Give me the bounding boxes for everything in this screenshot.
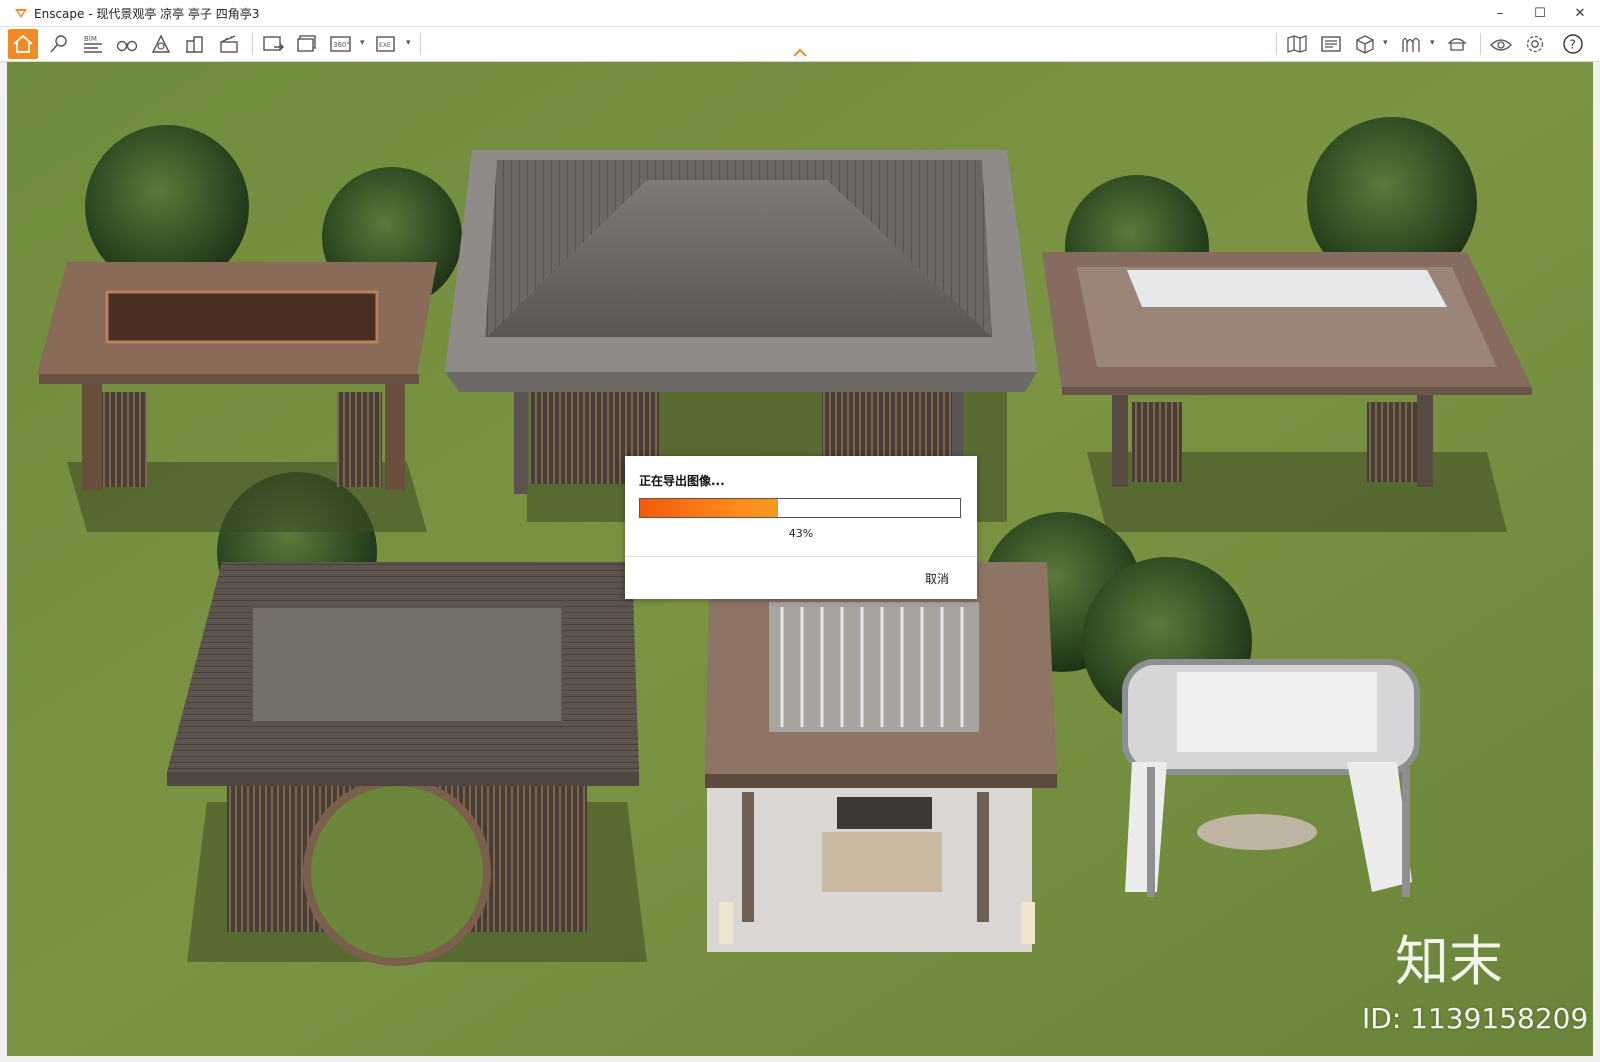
- progress-percent: 43%: [788, 527, 814, 540]
- visual-settings-button[interactable]: [1486, 29, 1516, 59]
- dialog-divider: [625, 556, 977, 557]
- map-pin-icon: [50, 35, 67, 53]
- watermark-logo-text: 知末: [1395, 930, 1503, 993]
- views-icon: [1321, 36, 1341, 52]
- progress-bar: [639, 498, 961, 518]
- buildings-icon: [186, 36, 203, 53]
- help-icon: ?: [1563, 34, 1583, 54]
- asset-library-icon: [151, 34, 171, 53]
- cap-icon: [1447, 38, 1467, 51]
- progress-fill: [640, 499, 778, 517]
- maximize-button[interactable]: ☐: [1520, 0, 1560, 26]
- export-progress-dialog: 正在导出图像... 43% 取消: [625, 456, 977, 599]
- window-controls: – ☐ ✕: [1480, 0, 1600, 26]
- chevron-up-icon[interactable]: [792, 48, 808, 58]
- chevron-down-icon[interactable]: ▾: [1383, 38, 1388, 48]
- pavilion-lounge: [705, 562, 1057, 952]
- clapper-button[interactable]: [214, 29, 244, 59]
- chevron-down-icon[interactable]: ▾: [406, 38, 411, 48]
- bim-label: BIM: [84, 35, 97, 43]
- toolbar-separator: [252, 33, 253, 55]
- views-button[interactable]: [1316, 29, 1346, 59]
- minimize-button[interactable]: –: [1480, 0, 1520, 26]
- close-button[interactable]: ✕: [1560, 0, 1600, 26]
- binoculars-button[interactable]: [112, 29, 142, 59]
- chevron-down-icon[interactable]: ▾: [360, 38, 365, 48]
- materials-icon: [1402, 37, 1420, 52]
- asset-library-button[interactable]: [146, 29, 176, 59]
- panorama-360-icon: 360°: [330, 36, 351, 52]
- dialog-title: 正在导出图像...: [639, 474, 725, 488]
- home-icon: [13, 34, 33, 53]
- bim-icon: BIM: [84, 35, 102, 53]
- buildings-button[interactable]: [180, 29, 210, 59]
- help-button[interactable]: ?: [1558, 29, 1588, 59]
- clapper-icon: [220, 35, 238, 53]
- map-icon: [1287, 35, 1307, 53]
- title-bar: Enscape - 现代景观亭 凉亭 亭子 四角亭3 – ☐ ✕: [0, 0, 1600, 27]
- pano-label: 360°: [333, 41, 350, 49]
- toolbar-separator: [1276, 33, 1277, 55]
- cube-icon: [1356, 35, 1374, 54]
- cube-button[interactable]: [1350, 29, 1380, 59]
- gear-icon: [1526, 35, 1544, 53]
- watermark-id: ID: 1139158209: [1362, 1002, 1589, 1035]
- materials-button[interactable]: [1396, 29, 1426, 59]
- map-button[interactable]: [1282, 29, 1312, 59]
- window-title: Enscape - 现代景观亭 凉亭 亭子 四角亭3: [34, 6, 260, 21]
- binoculars-icon: [116, 40, 138, 52]
- home-button[interactable]: [8, 29, 38, 59]
- batch-render-button[interactable]: [292, 29, 322, 59]
- cancel-button[interactable]: 取消: [925, 570, 949, 587]
- map-pin-button[interactable]: [44, 29, 74, 59]
- chevron-down-icon[interactable]: ▾: [1430, 38, 1435, 48]
- panorama-360-button[interactable]: 360°: [326, 29, 356, 59]
- export-exe-icon: EXE: [376, 36, 395, 52]
- enscape-logo-icon: [15, 9, 27, 18]
- exe-label: EXE: [379, 42, 391, 49]
- bim-button[interactable]: BIM: [78, 29, 108, 59]
- toolbar-separator: [420, 33, 421, 55]
- screenshot-icon: [263, 36, 284, 51]
- toolbar-separator: [1480, 33, 1481, 55]
- settings-button[interactable]: [1520, 29, 1550, 59]
- batch-render-icon: [297, 35, 316, 52]
- help-label: ?: [1570, 38, 1576, 52]
- screenshot-button[interactable]: [258, 29, 288, 59]
- watermark-logo: 知末: [1395, 930, 1503, 993]
- export-exe-button[interactable]: EXE: [372, 29, 402, 59]
- eye-icon: [1490, 39, 1512, 51]
- pavilion-moon-gate: [167, 562, 639, 966]
- cap-button[interactable]: [1442, 29, 1472, 59]
